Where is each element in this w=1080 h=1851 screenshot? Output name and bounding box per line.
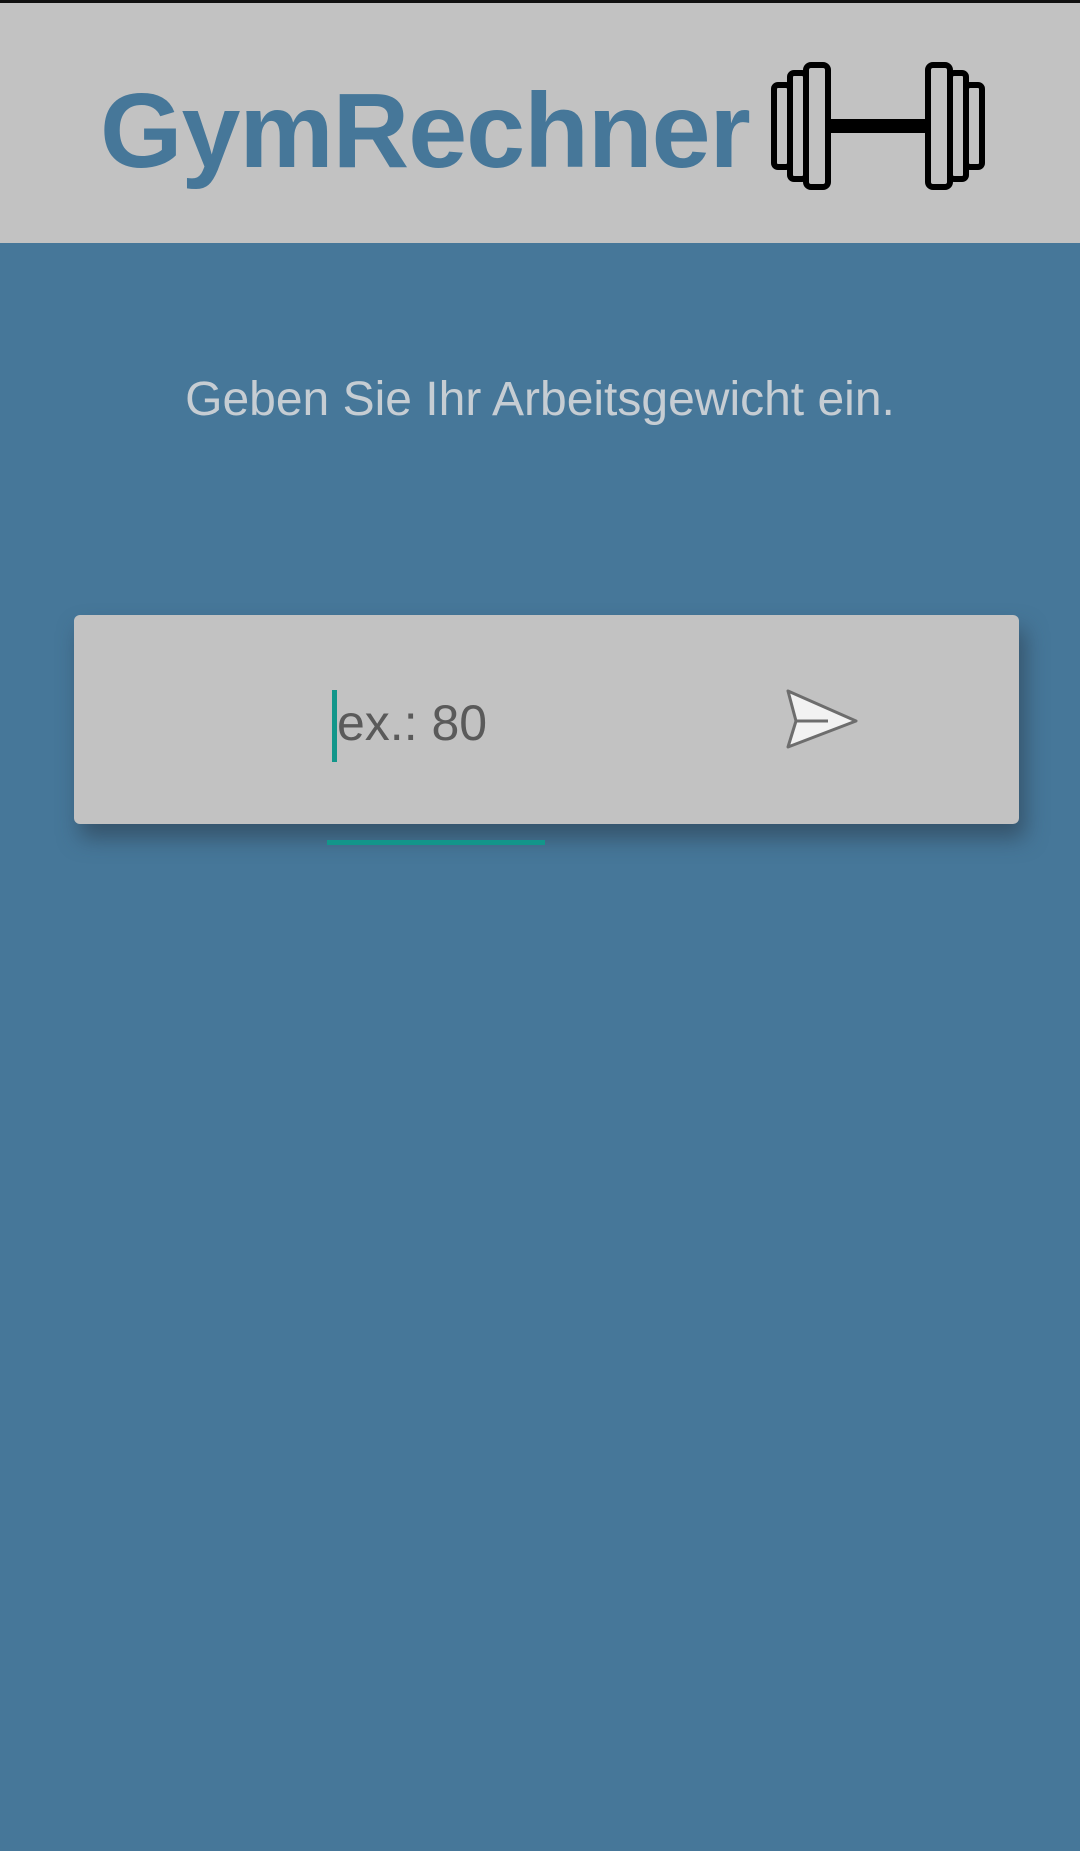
weight-input-card — [74, 615, 1019, 845]
send-paper-plane-icon — [786, 689, 858, 749]
app-header: GymRechner — [0, 3, 1080, 243]
app-title: GymRechner — [100, 72, 751, 190]
dumbbell-icon — [771, 62, 985, 190]
input-underline — [327, 840, 545, 845]
instruction-text: Geben Sie Ihr Arbeitsgewicht ein. — [185, 373, 895, 426]
app-screen: GymRechner Geben Sie Ihr Arbeitsgewicht … — [0, 0, 1080, 1851]
weight-input-container[interactable] — [327, 687, 545, 845]
weight-input[interactable] — [327, 687, 545, 759]
send-button[interactable] — [782, 685, 862, 755]
text-cursor — [332, 690, 337, 762]
